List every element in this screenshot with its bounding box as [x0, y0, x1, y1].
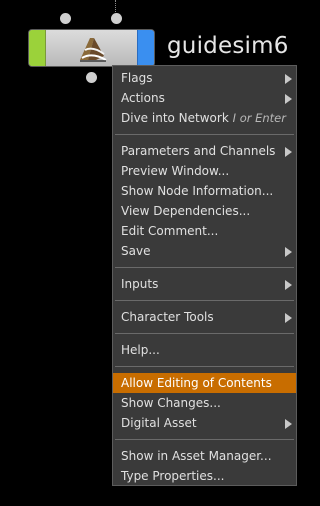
- menu-item-label: Digital Asset: [121, 416, 197, 430]
- menu-item-label: Character Tools: [121, 310, 214, 324]
- menu-item-label: Show Node Information...: [121, 184, 274, 198]
- menu-item-edit-comment[interactable]: Edit Comment...: [113, 221, 296, 241]
- menu-item-label: View Dependencies...: [121, 204, 251, 218]
- menu-item-character-tools[interactable]: Character Tools: [113, 307, 296, 327]
- menu-item-type-properties[interactable]: Type Properties...: [113, 466, 296, 486]
- menu-separator: [113, 327, 296, 340]
- menu-item-label: Allow Editing of Contents: [121, 376, 272, 390]
- menu-item-parameters-and-channels[interactable]: Parameters and Channels: [113, 141, 296, 161]
- menu-separator: [113, 128, 296, 141]
- menu-item-actions[interactable]: Actions: [113, 88, 296, 108]
- menu-item-digital-asset[interactable]: Digital Asset: [113, 413, 296, 433]
- menu-separator: [113, 360, 296, 373]
- node-context-menu: Flags Actions Dive into Network I or Enter P…: [112, 65, 297, 486]
- menu-item-label: Help...: [121, 343, 160, 357]
- menu-item-label: Preview Window...: [121, 164, 230, 178]
- input-wire: [115, 0, 118, 12]
- menu-item-flags[interactable]: Flags: [113, 68, 296, 88]
- menu-item-view-dependencies[interactable]: View Dependencies...: [113, 201, 296, 221]
- submenu-arrow-icon: [285, 280, 292, 290]
- menu-separator: [113, 294, 296, 307]
- menu-item-save[interactable]: Save: [113, 241, 296, 261]
- menu-item-label: Save: [121, 244, 151, 258]
- submenu-arrow-icon: [285, 419, 292, 429]
- menu-separator: [113, 261, 296, 274]
- menu-item-shortcut: I or Enter: [232, 111, 286, 125]
- submenu-arrow-icon: [285, 247, 292, 257]
- menu-item-label: Type Properties...: [121, 469, 225, 483]
- menu-item-label: Edit Comment...: [121, 224, 219, 238]
- menu-item-label: Parameters and Channels: [121, 144, 276, 158]
- display-flag[interactable]: [137, 30, 154, 66]
- submenu-arrow-icon: [285, 313, 292, 323]
- output-port[interactable]: [86, 72, 97, 83]
- input-port-2[interactable]: [111, 13, 122, 24]
- menu-item-dive-into-network[interactable]: Dive into Network I or Enter: [113, 108, 296, 128]
- menu-item-label: Inputs: [121, 277, 159, 291]
- menu-item-show-changes[interactable]: Show Changes...: [113, 393, 296, 413]
- network-canvas[interactable]: guidesim6 Flags Actions Dive into Network I…: [0, 0, 314, 506]
- menu-separator: [113, 433, 296, 446]
- menu-item-inputs[interactable]: Inputs: [113, 274, 296, 294]
- menu-item-help[interactable]: Help...: [113, 340, 296, 360]
- menu-item-preview-window[interactable]: Preview Window...: [113, 161, 296, 181]
- input-port-1[interactable]: [60, 13, 71, 24]
- menu-item-show-in-asset-manager[interactable]: Show in Asset Manager...: [113, 446, 296, 466]
- submenu-arrow-icon: [285, 94, 292, 104]
- menu-item-label: Show Changes...: [121, 396, 221, 410]
- menu-item-label: Flags: [121, 71, 153, 85]
- menu-item-label: Actions: [121, 91, 165, 105]
- menu-item-show-node-information[interactable]: Show Node Information...: [113, 181, 296, 201]
- bypass-flag[interactable]: [29, 30, 46, 66]
- submenu-arrow-icon: [285, 147, 292, 157]
- node-name-label[interactable]: guidesim6: [167, 33, 289, 59]
- menu-item-label: Dive into Network: [121, 111, 229, 125]
- character-sim-icon: [76, 34, 110, 64]
- menu-item-label: Show in Asset Manager...: [121, 449, 272, 463]
- menu-item-allow-editing-of-contents[interactable]: Allow Editing of Contents: [113, 373, 296, 393]
- submenu-arrow-icon: [285, 74, 292, 84]
- node-tile[interactable]: [28, 29, 155, 67]
